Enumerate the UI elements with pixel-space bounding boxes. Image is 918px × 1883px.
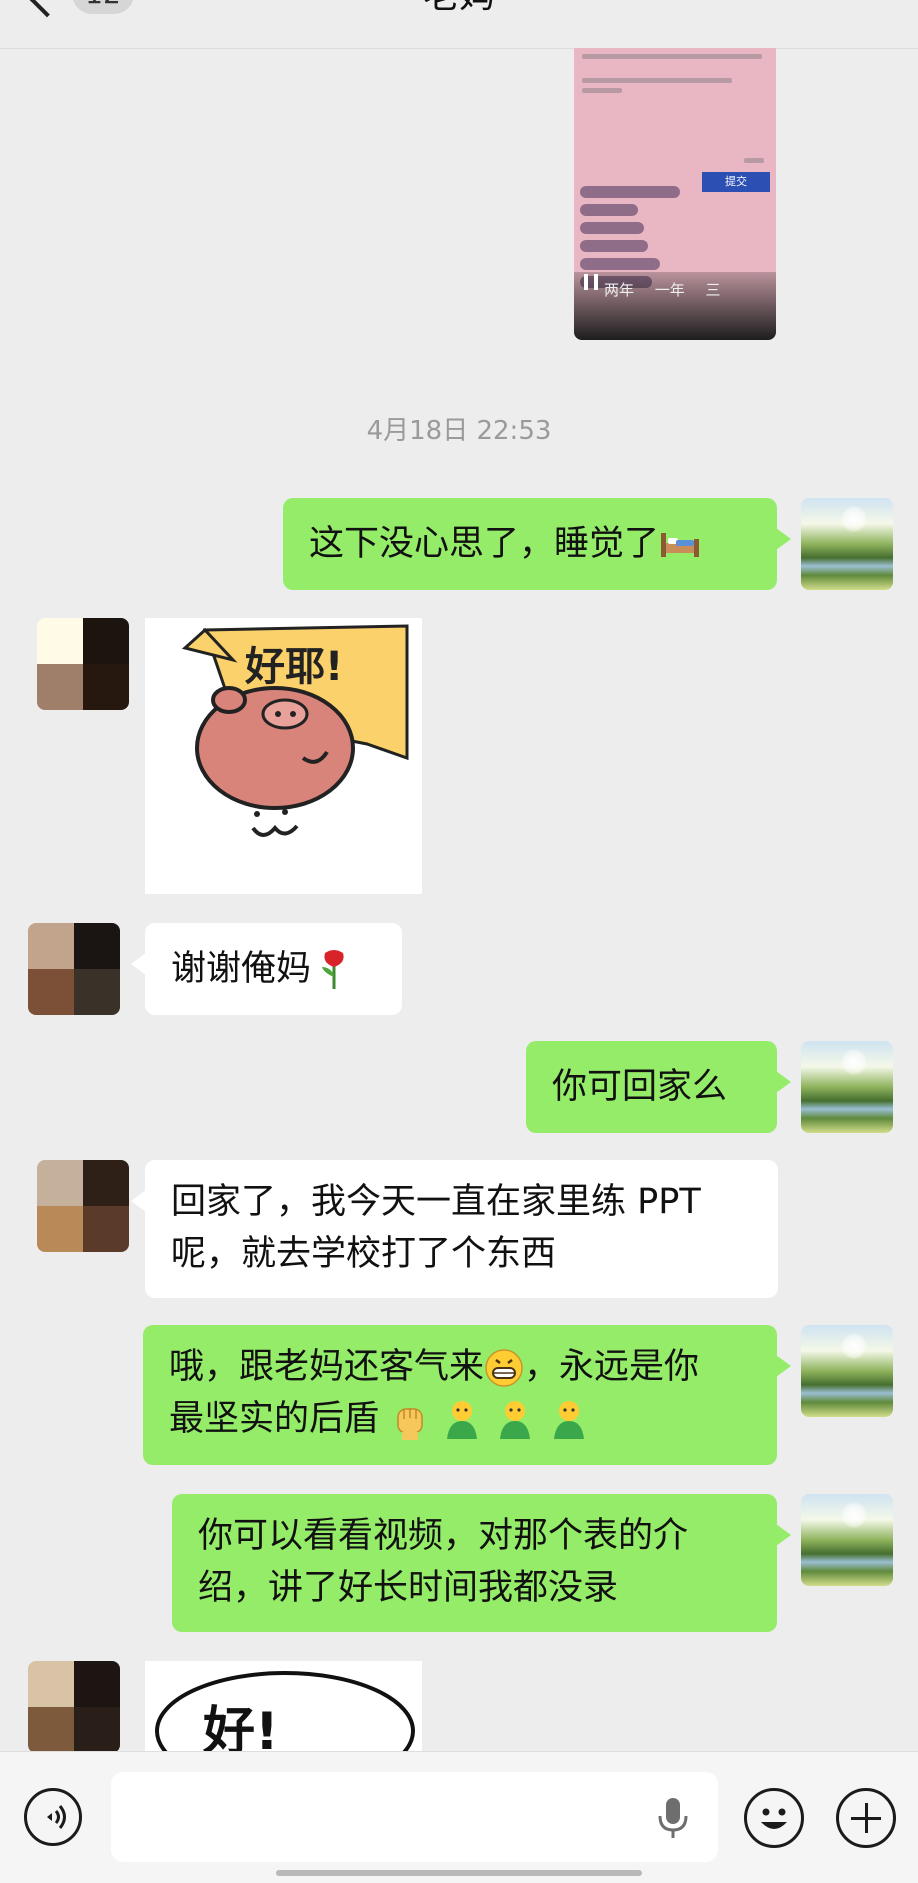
chat-title: 老妈 xyxy=(0,0,918,18)
message-text-line: 回家了，我今天一直在家里练 PPT xyxy=(171,1182,701,1222)
message-bubble-received[interactable]: 谢谢俺妈 xyxy=(131,923,402,1015)
grin-emoji-icon xyxy=(485,1349,523,1387)
microphone-icon[interactable] xyxy=(656,1796,690,1842)
my-avatar[interactable] xyxy=(801,1325,893,1417)
message-bubble-sent[interactable]: 哦，跟老妈还客气来 ，永远是你 最坚实的后盾 xyxy=(143,1325,791,1465)
green-figure-icon xyxy=(447,1401,478,1439)
green-figure-icon xyxy=(553,1401,584,1439)
contact-avatar[interactable] xyxy=(28,1661,120,1753)
message-bubble-received[interactable]: 回家了，我今天一直在家里练 PPT 呢，就去学校打了个东西 xyxy=(131,1160,778,1298)
chat-input-bar xyxy=(0,1751,918,1883)
home-indicator xyxy=(276,1870,642,1876)
message-text: 这下没心思了，睡觉了 xyxy=(309,524,660,564)
video-comment xyxy=(580,186,680,198)
video-comment xyxy=(580,204,638,216)
message-text-line: 绍，讲了好长时间我都没录 xyxy=(198,1568,619,1608)
speech-sticker-image: 好! xyxy=(155,1671,415,1751)
message-bubble-sent[interactable]: 你可以看看视频，对那个表的介 绍，讲了好长时间我都没录 xyxy=(172,1494,791,1632)
video-submit-label: 提交 xyxy=(702,172,770,192)
video-comment xyxy=(580,240,648,252)
message-text: 你可回家么 xyxy=(552,1067,728,1107)
video-comment xyxy=(580,222,644,234)
my-avatar[interactable] xyxy=(801,1041,893,1133)
plus-icon[interactable] xyxy=(836,1788,896,1848)
video-control-bar: 两年 一年 三 xyxy=(574,272,776,340)
pig-sticker-image: 好耶! xyxy=(181,624,409,837)
video-comment xyxy=(580,258,660,270)
sticker-message[interactable]: 好! xyxy=(145,1661,422,1751)
contact-avatar[interactable] xyxy=(28,923,120,1015)
sticker-text: 好耶! xyxy=(244,644,343,690)
message-text-line: 你可以看看视频，对那个表的介 xyxy=(198,1516,689,1556)
video-message-thumbnail[interactable]: 提交 两年 一年 三 xyxy=(574,48,776,340)
message-text-line: 呢，就去学校打了个东西 xyxy=(171,1234,557,1274)
sticker-text: 好! xyxy=(202,1702,279,1751)
message-timestamp: 4月18日 22:53 xyxy=(366,416,552,446)
my-avatar[interactable] xyxy=(801,1494,893,1586)
bed-icon xyxy=(661,533,700,557)
voice-icon[interactable] xyxy=(24,1788,82,1846)
green-figure-icon xyxy=(500,1401,531,1439)
pause-icon[interactable] xyxy=(584,274,598,290)
my-avatar[interactable] xyxy=(801,498,893,590)
video-tabs: 两年 一年 三 xyxy=(604,281,721,299)
chat-header: 12 老妈 xyxy=(0,0,918,49)
message-text-line: 最坚实的后盾 xyxy=(169,1393,751,1445)
sticker-message[interactable]: 好耶! xyxy=(145,618,422,894)
video-text-line xyxy=(744,158,764,163)
video-text-line xyxy=(582,88,622,93)
message-text-line: 哦，跟老妈还客气来 ，永远是你 xyxy=(169,1347,700,1387)
video-text-line xyxy=(582,54,762,59)
message-input[interactable] xyxy=(111,1772,718,1862)
message-text: 谢谢俺妈 xyxy=(171,949,312,989)
video-text-line xyxy=(582,78,732,83)
fist-emoji-icon xyxy=(397,1408,423,1440)
contact-avatar[interactable] xyxy=(37,618,129,710)
message-bubble-sent[interactable]: 这下没心思了，睡觉了 xyxy=(283,498,791,590)
message-bubble-sent[interactable]: 你可回家么 xyxy=(526,1041,791,1133)
contact-avatar[interactable] xyxy=(37,1160,129,1252)
rose-icon xyxy=(322,950,344,989)
emoji-icon[interactable] xyxy=(744,1788,804,1848)
